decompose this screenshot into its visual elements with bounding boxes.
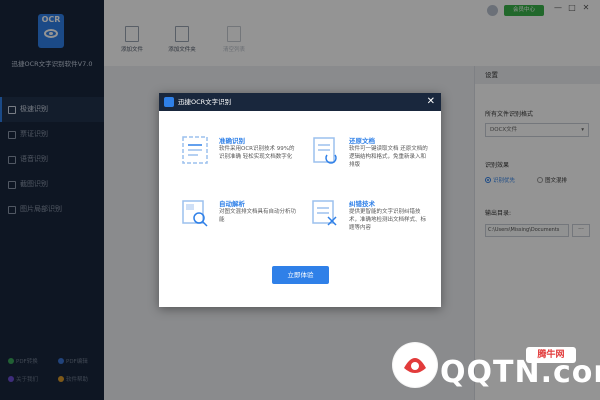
feature-desc: 软件可一键读取文档 还原文档的逻辑结构和格式，免重新录入和排版	[349, 146, 428, 168]
feature-title: 准确识别	[219, 137, 245, 145]
feature-desc: 软件采用OCR识别技术 99%的识别准确 轻松实现文档数字化	[219, 146, 295, 160]
watermark-logo-icon	[392, 342, 438, 388]
feature-auto-analysis: 自动解析 对图文混排文档具有自动分析功能	[181, 198, 296, 246]
intro-dialog: 迅捷OCR文字识别 ✕ 准确识别 软件采用OCR识别技术 99%的识别准确 轻松…	[159, 93, 441, 307]
document-scan-icon	[182, 136, 208, 164]
watermark-text: QQTN.com	[440, 355, 600, 390]
feature-accurate-recognition: 准确识别 软件采用OCR识别技术 99%的识别准确 轻松实现文档数字化	[181, 135, 296, 183]
feature-desc: 对图文混排文档具有自动分析功能	[219, 209, 297, 223]
try-now-button[interactable]: 立即体验	[272, 266, 329, 284]
close-icon[interactable]: ✕	[427, 93, 435, 111]
feature-title: 自动解析	[219, 200, 245, 208]
feature-title: 还原文档	[349, 137, 375, 145]
feature-error-correction: 纠错技术 提供更智能的文字识别纠错技术，准确地检测出文档样式、标题等内容	[311, 198, 426, 246]
dialog-header: 迅捷OCR文字识别 ✕	[159, 93, 441, 111]
document-restore-icon	[313, 137, 337, 164]
feature-desc: 提供更智能的文字识别纠错技术，准确地检测出文档样式、标题等内容	[349, 209, 427, 231]
watermark: QQTN.com 腾牛网	[392, 340, 600, 400]
watermark-badge: 腾牛网	[526, 347, 576, 363]
correction-icon	[312, 200, 337, 226]
magnifier-icon	[182, 200, 208, 227]
dialog-title: 迅捷OCR文字识别	[178, 98, 232, 106]
feature-title: 纠错技术	[349, 200, 375, 208]
feature-restore-document: 还原文档 软件可一键读取文档 还原文档的逻辑结构和格式，免重新录入和排版	[311, 135, 428, 183]
app-icon	[164, 97, 174, 107]
